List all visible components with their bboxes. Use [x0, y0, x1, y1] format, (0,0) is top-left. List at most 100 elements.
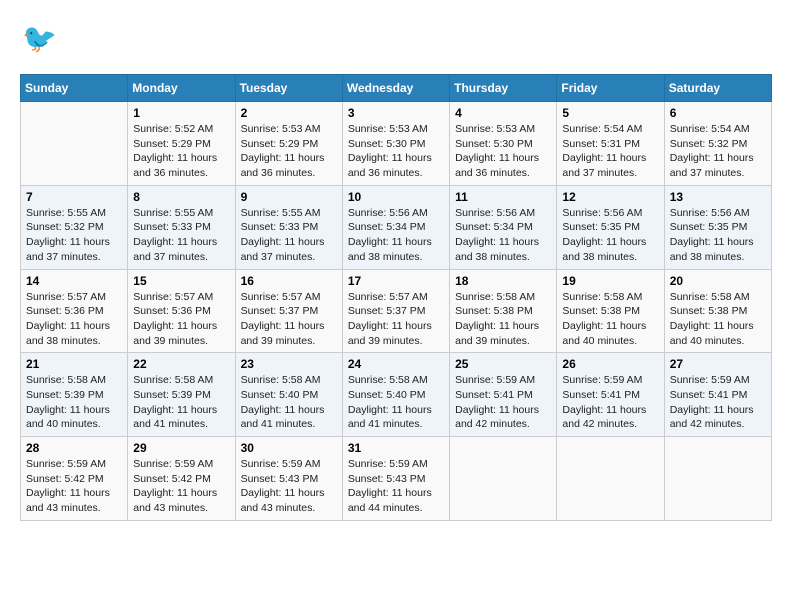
calendar-cell: 26 Sunrise: 5:59 AMSunset: 5:41 PMDayligh… — [557, 353, 664, 437]
calendar-cell: 11 Sunrise: 5:56 AMSunset: 5:34 PMDayligh… — [450, 185, 557, 269]
week-row-5: 28 Sunrise: 5:59 AMSunset: 5:42 PMDayligh… — [21, 437, 772, 521]
day-content: Sunrise: 5:59 AMSunset: 5:43 PMDaylight:… — [348, 457, 444, 516]
calendar-cell: 17 Sunrise: 5:57 AMSunset: 5:37 PMDayligh… — [342, 269, 449, 353]
calendar-cell: 7Sunrise: 5:55 AMSunset: 5:32 PMDaylight… — [21, 185, 128, 269]
day-number: 20 — [670, 274, 766, 288]
day-number: 15 — [133, 274, 229, 288]
day-content: Sunrise: 5:56 AMSunset: 5:34 PMDaylight:… — [455, 206, 551, 265]
calendar-cell: 5 Sunrise: 5:54 AMSunset: 5:31 PMDaylight… — [557, 102, 664, 186]
day-content: Sunrise: 5:55 AMSunset: 5:33 PMDaylight:… — [241, 206, 337, 265]
calendar-cell: 9 Sunrise: 5:55 AMSunset: 5:33 PMDaylight… — [235, 185, 342, 269]
day-content: Sunrise: 5:58 AMSunset: 5:39 PMDaylight:… — [133, 373, 229, 432]
day-content: Sunrise: 5:59 AMSunset: 5:41 PMDaylight:… — [562, 373, 658, 432]
logo-bird-icon: 🐦 — [20, 20, 58, 58]
day-number: 29 — [133, 441, 229, 455]
page-header: 🐦 — [20, 20, 772, 58]
day-number: 8 — [133, 190, 229, 204]
header-row: SundayMondayTuesdayWednesdayThursdayFrid… — [21, 75, 772, 102]
day-number: 23 — [241, 357, 337, 371]
calendar-cell: 31 Sunrise: 5:59 AMSunset: 5:43 PMDayligh… — [342, 437, 449, 521]
day-content: Sunrise: 5:53 AMSunset: 5:30 PMDaylight:… — [348, 122, 444, 181]
calendar-cell: 20 Sunrise: 5:58 AMSunset: 5:38 PMDayligh… — [664, 269, 771, 353]
day-number: 30 — [241, 441, 337, 455]
calendar-header: SundayMondayTuesdayWednesdayThursdayFrid… — [21, 75, 772, 102]
calendar-cell: 6 Sunrise: 5:54 AMSunset: 5:32 PMDaylight… — [664, 102, 771, 186]
calendar-body: 1 Sunrise: 5:52 AMSunset: 5:29 PMDaylight… — [21, 102, 772, 521]
day-content: Sunrise: 5:58 AMSunset: 5:38 PMDaylight:… — [455, 290, 551, 349]
week-row-4: 21 Sunrise: 5:58 AMSunset: 5:39 PMDayligh… — [21, 353, 772, 437]
day-number: 4 — [455, 106, 551, 120]
day-content: Sunrise: 5:59 AMSunset: 5:41 PMDaylight:… — [670, 373, 766, 432]
day-number: 21 — [26, 357, 122, 371]
calendar-cell — [557, 437, 664, 521]
day-number: 2 — [241, 106, 337, 120]
day-number: 25 — [455, 357, 551, 371]
calendar-cell: 10 Sunrise: 5:56 AMSunset: 5:34 PMDayligh… — [342, 185, 449, 269]
day-number: 26 — [562, 357, 658, 371]
day-content: Sunrise: 5:58 AMSunset: 5:38 PMDaylight:… — [562, 290, 658, 349]
week-row-1: 1 Sunrise: 5:52 AMSunset: 5:29 PMDaylight… — [21, 102, 772, 186]
day-number: 31 — [348, 441, 444, 455]
calendar-cell — [450, 437, 557, 521]
day-number: 10 — [348, 190, 444, 204]
calendar-cell: 24Sunrise: 5:58 AMSunset: 5:40 PMDayligh… — [342, 353, 449, 437]
day-number: 17 — [348, 274, 444, 288]
calendar-cell: 28 Sunrise: 5:59 AMSunset: 5:42 PMDayligh… — [21, 437, 128, 521]
day-number: 19 — [562, 274, 658, 288]
calendar-cell: 14Sunrise: 5:57 AMSunset: 5:36 PMDayligh… — [21, 269, 128, 353]
day-content: Sunrise: 5:58 AMSunset: 5:40 PMDaylight:… — [241, 373, 337, 432]
calendar-cell: 16 Sunrise: 5:57 AMSunset: 5:37 PMDayligh… — [235, 269, 342, 353]
day-number: 9 — [241, 190, 337, 204]
calendar-cell: 18Sunrise: 5:58 AMSunset: 5:38 PMDayligh… — [450, 269, 557, 353]
header-cell-sunday: Sunday — [21, 75, 128, 102]
day-content: Sunrise: 5:52 AMSunset: 5:29 PMDaylight:… — [133, 122, 229, 181]
day-content: Sunrise: 5:58 AMSunset: 5:38 PMDaylight:… — [670, 290, 766, 349]
day-number: 12 — [562, 190, 658, 204]
header-cell-tuesday: Tuesday — [235, 75, 342, 102]
calendar-cell: 15 Sunrise: 5:57 AMSunset: 5:36 PMDayligh… — [128, 269, 235, 353]
day-number: 13 — [670, 190, 766, 204]
week-row-3: 14 Sunrise: 5:57 AMSunset: 5:36 PMDayligh… — [21, 269, 772, 353]
calendar-cell: 3 Sunrise: 5:53 AMSunset: 5:30 PMDaylight… — [342, 102, 449, 186]
day-number: 7 — [26, 190, 122, 204]
calendar-cell — [664, 437, 771, 521]
day-content: Sunrise: 5:57 AMSunset: 5:36 PMDaylight:… — [133, 290, 229, 349]
calendar-cell: 23 Sunrise: 5:58 AMSunset: 5:40 PMDayligh… — [235, 353, 342, 437]
calendar-cell: 29 Sunrise: 5:59 AMSunset: 5:42 PMDayligh… — [128, 437, 235, 521]
day-content: Sunrise: 5:58 AMSunset: 5:40 PMDaylight:… — [348, 373, 444, 432]
day-content: Sunrise: 5:56 AMSunset: 5:34 PMDaylight:… — [348, 206, 444, 265]
header-cell-saturday: Saturday — [664, 75, 771, 102]
calendar-cell: 13 Sunrise: 5:56 AMSunset: 5:35 PMDayligh… — [664, 185, 771, 269]
day-content: Sunrise: 5:54 AMSunset: 5:31 PMDaylight:… — [562, 122, 658, 181]
header-cell-thursday: Thursday — [450, 75, 557, 102]
calendar-cell: 22 Sunrise: 5:58 AMSunset: 5:39 PMDayligh… — [128, 353, 235, 437]
logo: 🐦 — [20, 20, 62, 58]
day-number: 16 — [241, 274, 337, 288]
day-number: 14 — [26, 274, 122, 288]
calendar-cell: 25 Sunrise: 5:59 AMSunset: 5:41 PMDayligh… — [450, 353, 557, 437]
day-content: Sunrise: 5:59 AMSunset: 5:42 PMDaylight:… — [26, 457, 122, 516]
day-content: Sunrise: 5:59 AMSunset: 5:43 PMDaylight:… — [241, 457, 337, 516]
header-cell-friday: Friday — [557, 75, 664, 102]
day-content: Sunrise: 5:57 AMSunset: 5:37 PMDaylight:… — [241, 290, 337, 349]
day-number: 5 — [562, 106, 658, 120]
day-number: 3 — [348, 106, 444, 120]
day-number: 28 — [26, 441, 122, 455]
calendar-cell: 8Sunrise: 5:55 AMSunset: 5:33 PMDaylight… — [128, 185, 235, 269]
calendar-cell: 30 Sunrise: 5:59 AMSunset: 5:43 PMDayligh… — [235, 437, 342, 521]
day-number: 1 — [133, 106, 229, 120]
day-content: Sunrise: 5:59 AMSunset: 5:42 PMDaylight:… — [133, 457, 229, 516]
day-number: 11 — [455, 190, 551, 204]
day-content: Sunrise: 5:56 AMSunset: 5:35 PMDaylight:… — [562, 206, 658, 265]
day-number: 22 — [133, 357, 229, 371]
day-content: Sunrise: 5:57 AMSunset: 5:37 PMDaylight:… — [348, 290, 444, 349]
day-content: Sunrise: 5:56 AMSunset: 5:35 PMDaylight:… — [670, 206, 766, 265]
header-cell-wednesday: Wednesday — [342, 75, 449, 102]
calendar-cell: 1 Sunrise: 5:52 AMSunset: 5:29 PMDaylight… — [128, 102, 235, 186]
day-content: Sunrise: 5:58 AMSunset: 5:39 PMDaylight:… — [26, 373, 122, 432]
calendar-cell: 12 Sunrise: 5:56 AMSunset: 5:35 PMDayligh… — [557, 185, 664, 269]
day-content: Sunrise: 5:54 AMSunset: 5:32 PMDaylight:… — [670, 122, 766, 181]
day-content: Sunrise: 5:59 AMSunset: 5:41 PMDaylight:… — [455, 373, 551, 432]
day-number: 6 — [670, 106, 766, 120]
header-cell-monday: Monday — [128, 75, 235, 102]
